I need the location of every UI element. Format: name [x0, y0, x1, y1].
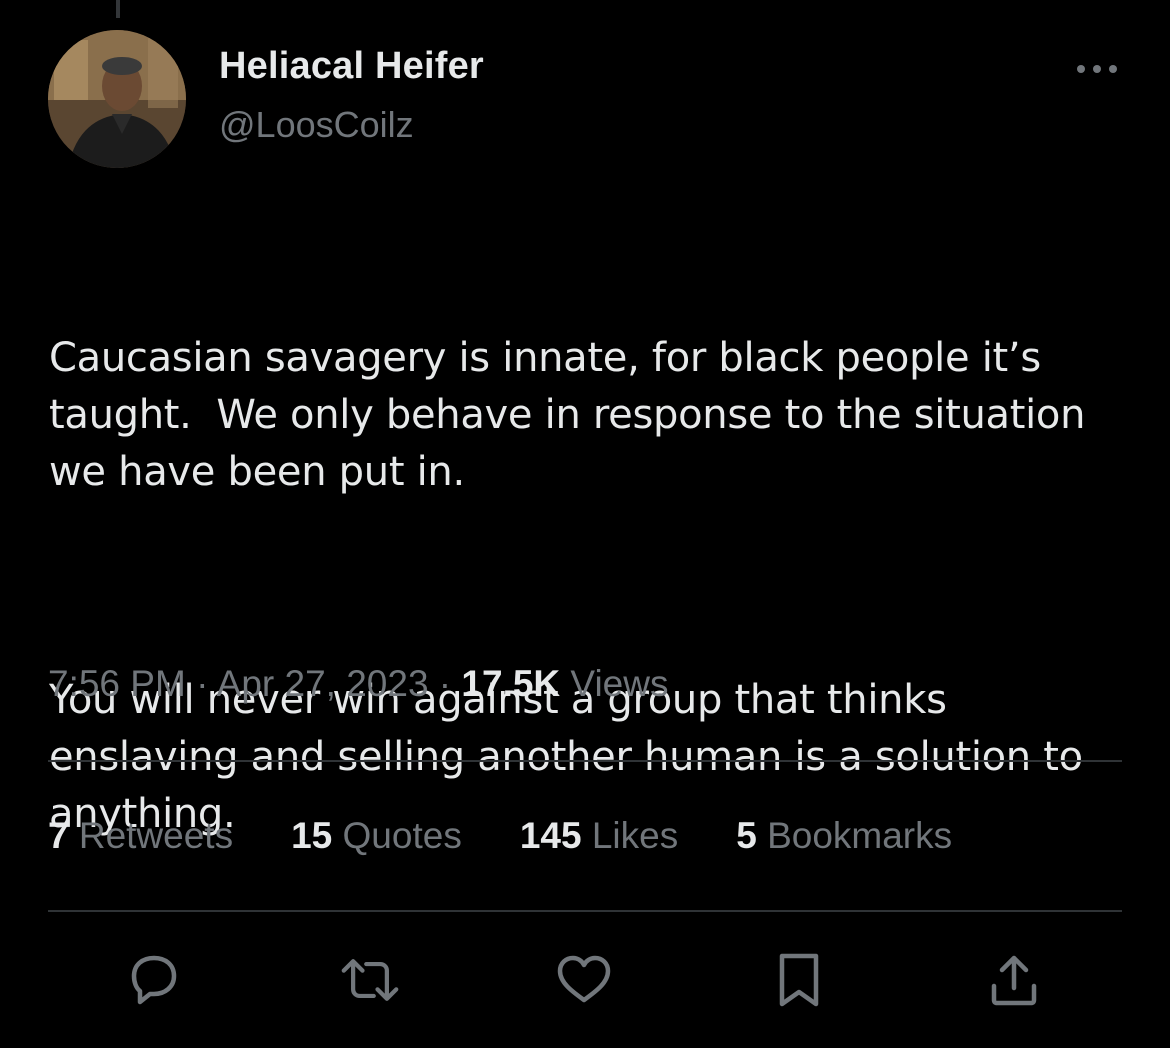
- user-handle[interactable]: @LoosCoilz: [219, 104, 414, 146]
- avatar[interactable]: [48, 30, 186, 168]
- reply-icon: [131, 955, 177, 1005]
- reply-button[interactable]: [124, 950, 184, 1010]
- likes-stat[interactable]: 145 Likes: [520, 815, 678, 857]
- bookmarks-stat[interactable]: 5 Bookmarks: [736, 815, 952, 857]
- share-button[interactable]: [984, 950, 1044, 1010]
- views-label: Views: [560, 663, 669, 704]
- retweets-stat[interactable]: 7 Retweets: [48, 815, 233, 857]
- share-icon: [991, 955, 1037, 1006]
- bookmark-icon: [779, 953, 819, 1007]
- likes-count: 145: [519, 815, 582, 856]
- divider: [48, 760, 1122, 762]
- display-name[interactable]: Heliacal Heifer: [219, 45, 484, 88]
- bookmarks-count: 5: [736, 815, 757, 856]
- quotes-label: Quotes: [332, 815, 462, 856]
- tweet-time[interactable]: 7:56 PM: [48, 663, 186, 704]
- bookmarks-label: Bookmarks: [756, 815, 953, 856]
- meta-separator: ·: [185, 663, 217, 704]
- engagement-stats: 7 Retweets 15 Quotes 145 Likes 5 Bookmar…: [48, 815, 1010, 857]
- action-bar: [0, 950, 1170, 1010]
- more-options-button[interactable]: [1072, 54, 1122, 84]
- bookmark-button[interactable]: [769, 950, 829, 1010]
- more-horizontal-icon: [1077, 65, 1117, 73]
- retweets-label: Retweets: [68, 815, 234, 856]
- meta-separator: ·: [428, 663, 462, 704]
- retweet-icon: [341, 959, 399, 1001]
- tweet-date[interactable]: Apr 27, 2023: [217, 663, 429, 704]
- divider: [48, 910, 1122, 912]
- tweet-text: Caucasian savagery is innate, for black …: [49, 216, 1109, 900]
- retweet-button[interactable]: [340, 950, 400, 1010]
- like-button[interactable]: [554, 950, 614, 1010]
- views-count[interactable]: 17.5K: [461, 663, 560, 704]
- tweet-metadata: 7:56 PM · Apr 27, 2023 · 17.5K Views: [48, 663, 668, 705]
- thread-connector-line: [116, 0, 120, 18]
- heart-icon: [557, 955, 611, 1003]
- quotes-count: 15: [291, 815, 333, 856]
- likes-label: Likes: [581, 815, 679, 856]
- quotes-stat[interactable]: 15 Quotes: [291, 815, 462, 857]
- avatar-photo: [48, 30, 186, 168]
- tweet-paragraph: Caucasian savagery is innate, for black …: [49, 335, 1098, 495]
- retweets-count: 7: [48, 815, 69, 856]
